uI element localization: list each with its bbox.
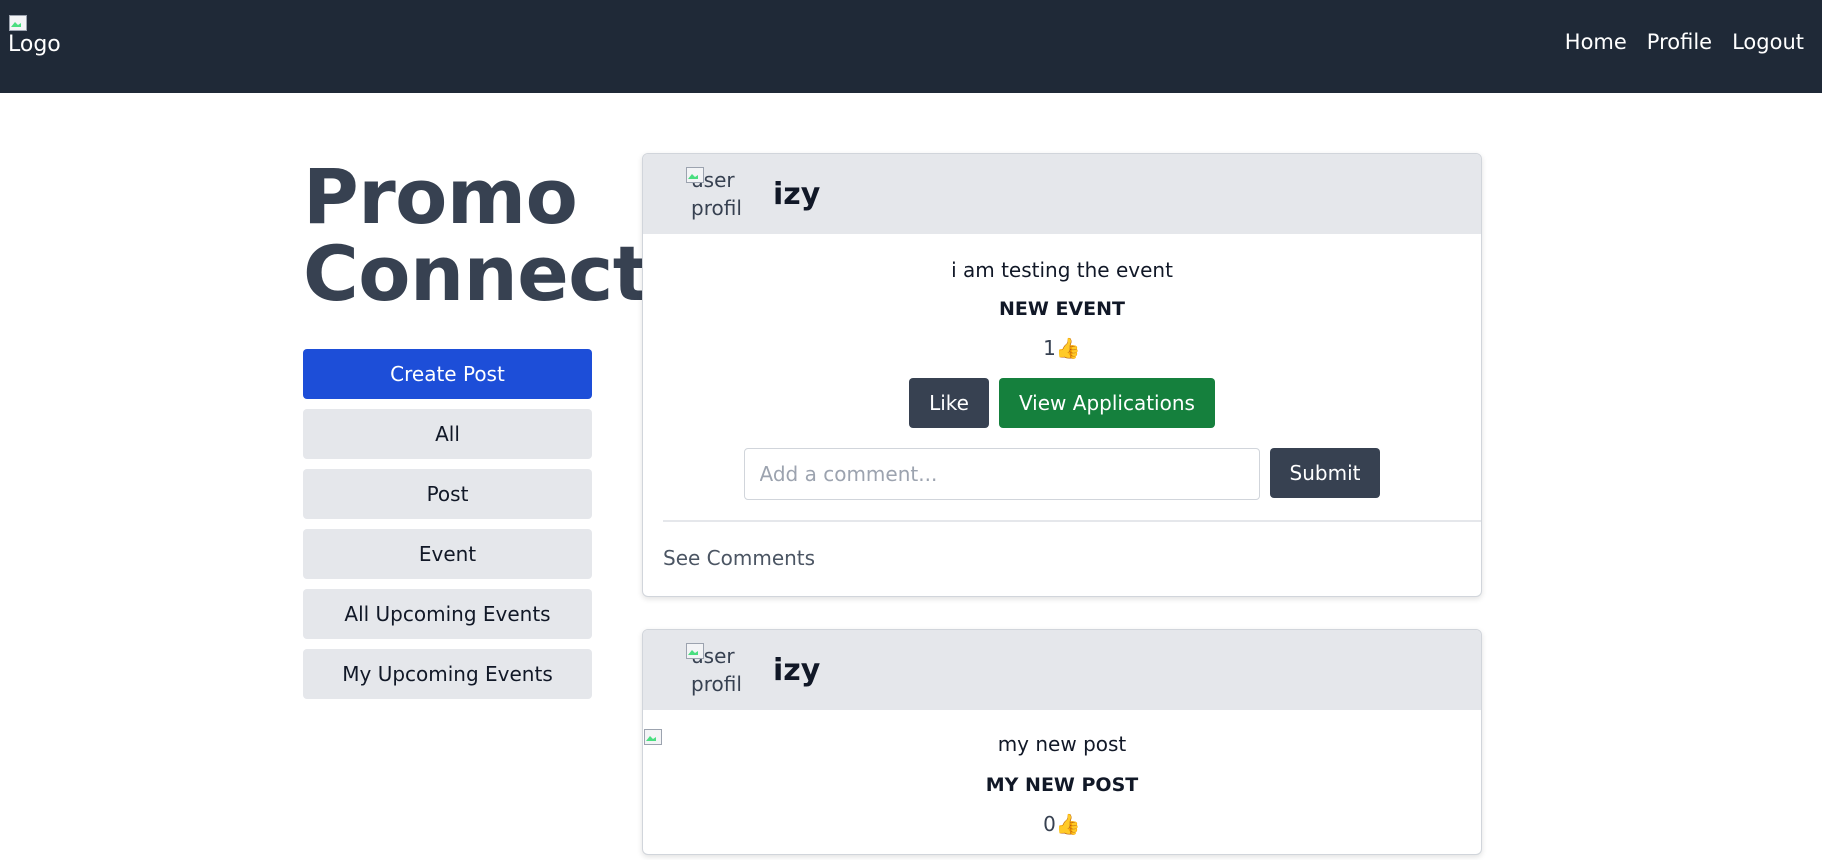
all-upcoming-events-button[interactable]: All Upcoming Events [303, 589, 592, 639]
brand-title: Promo Connect [303, 158, 649, 312]
top-navbar: Logo Home Profile Logout [0, 0, 1822, 93]
avatar[interactable]: user profile [685, 166, 741, 222]
post-username[interactable]: izy [773, 177, 820, 212]
post-title: MY NEW POST [985, 774, 1139, 796]
post-feed: user profile izy i am testing the event … [642, 153, 1482, 860]
submit-comment-button[interactable]: Submit [1269, 448, 1381, 498]
post-body: my new post MY NEW POST 0👍 [643, 710, 1481, 836]
broken-image-icon [685, 166, 705, 184]
avatar-alt-line2: profile [691, 672, 741, 696]
sidebar: Promo Connect Create Post All Post Event… [303, 158, 649, 709]
broken-image-icon [8, 14, 28, 32]
create-post-button[interactable]: Create Post [303, 349, 592, 399]
nav-logout-link[interactable]: Logout [1732, 30, 1804, 54]
post-actions: Like View Applications [643, 378, 1481, 428]
post-title: NEW EVENT [999, 298, 1125, 320]
comment-form: Submit [643, 448, 1481, 500]
broken-image-icon [685, 642, 705, 660]
broken-image-icon [643, 728, 663, 746]
like-count-value: 1 [1043, 336, 1056, 360]
like-count: 1👍 [643, 336, 1481, 360]
post-username[interactable]: izy [773, 653, 820, 688]
post-image: my new post [643, 726, 1481, 762]
post-body: i am testing the event NEW EVENT 1👍 Like… [643, 234, 1481, 596]
post-image-alt: my new post [997, 732, 1127, 756]
avatar-alt-line2: profile [691, 196, 741, 220]
comment-input[interactable] [743, 448, 1260, 500]
nav-profile-link[interactable]: Profile [1647, 30, 1712, 54]
avatar[interactable]: user profile [685, 642, 741, 698]
see-comments-link[interactable]: See Comments [643, 522, 1481, 596]
post-header: user profile izy [643, 154, 1481, 234]
post-card: user profile izy i am testing the event … [642, 153, 1482, 597]
my-upcoming-events-button[interactable]: My Upcoming Events [303, 649, 592, 699]
post-header: user profile izy [643, 630, 1481, 710]
thumbs-up-icon: 👍 [1055, 336, 1081, 360]
filter-event-button[interactable]: Event [303, 529, 592, 579]
brand-title-line2: Connect [303, 229, 649, 318]
post-text: i am testing the event [951, 258, 1173, 282]
post-card: user profile izy my new post MY NEW POST… [642, 629, 1482, 855]
like-count: 0👍 [643, 812, 1481, 836]
nav-home-link[interactable]: Home [1565, 30, 1627, 54]
logo[interactable]: Logo [8, 14, 61, 58]
like-button[interactable]: Like [909, 378, 989, 428]
view-applications-button[interactable]: View Applications [998, 378, 1215, 428]
nav-links: Home Profile Logout [1565, 30, 1804, 54]
filter-post-button[interactable]: Post [303, 469, 592, 519]
like-count-value: 0 [1043, 812, 1056, 836]
filter-all-button[interactable]: All [303, 409, 592, 459]
logo-alt-text: Logo [8, 32, 61, 57]
thumbs-up-icon: 👍 [1055, 812, 1081, 836]
brand-title-line1: Promo [303, 152, 578, 241]
